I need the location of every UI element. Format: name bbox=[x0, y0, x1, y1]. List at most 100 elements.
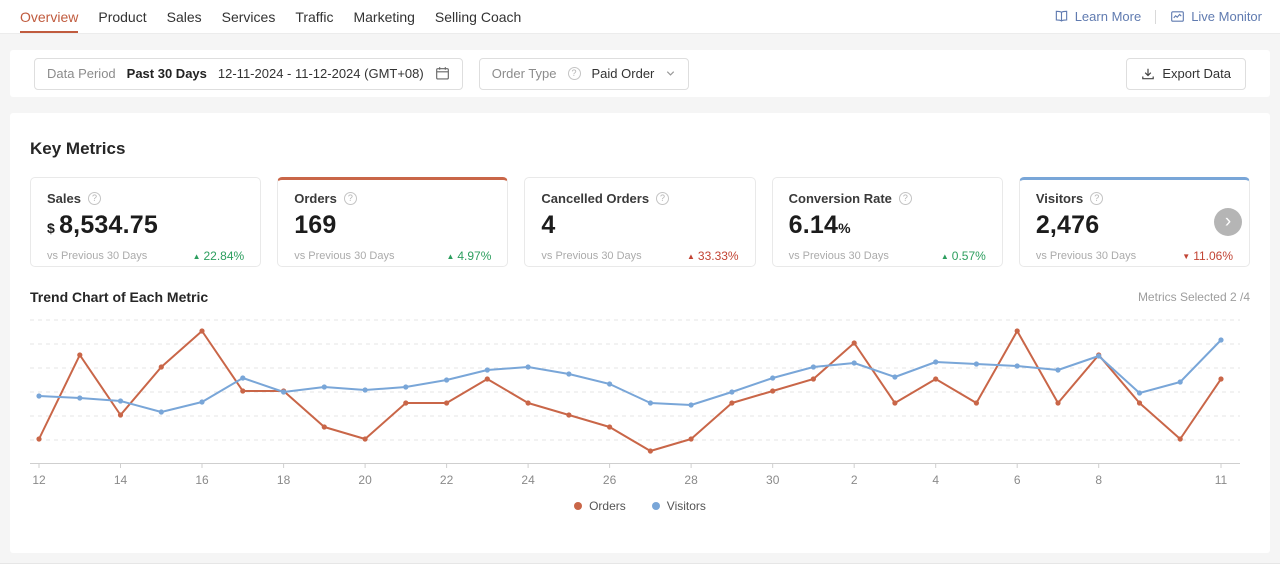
data-point-visitors[interactable] bbox=[321, 384, 327, 390]
metric-card-cancelled-orders[interactable]: Cancelled Orders? 4 vs Previous 30 Days ▲ 33… bbox=[524, 177, 756, 267]
trend-chart-title: Trend Chart of Each Metric bbox=[30, 289, 209, 305]
data-point-visitors[interactable] bbox=[729, 389, 735, 395]
series-line-orders bbox=[38, 330, 1222, 452]
trend-header: Trend Chart of Each Metric Metrics Selec… bbox=[30, 289, 1250, 305]
data-point-orders[interactable] bbox=[647, 448, 654, 454]
order-type-label: Order Type bbox=[491, 66, 557, 81]
data-point-orders[interactable] bbox=[1136, 400, 1143, 406]
data-point-orders[interactable] bbox=[403, 400, 409, 406]
data-point-visitors[interactable] bbox=[240, 375, 246, 381]
data-point-orders[interactable] bbox=[566, 412, 572, 418]
nav-tabs: Overview Product Sales Services Traffic Marke… bbox=[10, 0, 531, 33]
data-point-visitors[interactable] bbox=[281, 389, 287, 395]
data-point-orders[interactable] bbox=[770, 388, 776, 394]
data-point-visitors[interactable] bbox=[484, 367, 490, 373]
export-data-button[interactable]: Export Data bbox=[1126, 57, 1246, 90]
data-point-orders[interactable] bbox=[1177, 436, 1183, 442]
x-tick-label: 24 bbox=[521, 473, 535, 487]
help-icon[interactable]: ? bbox=[1090, 192, 1104, 205]
metric-value: 2,476 bbox=[1035, 211, 1100, 239]
data-point-orders[interactable] bbox=[117, 412, 124, 418]
data-point-visitors[interactable] bbox=[158, 409, 164, 415]
metric-card-sales[interactable]: Sales? $ 8,534.75 vs Previous 30 Days ▲ 22.8… bbox=[30, 177, 262, 267]
data-point-orders[interactable] bbox=[933, 376, 939, 382]
live-monitor-link[interactable]: Live Monitor bbox=[1170, 9, 1262, 24]
data-point-orders[interactable] bbox=[321, 424, 327, 430]
data-point-orders[interactable] bbox=[688, 436, 694, 442]
compare-label: vs Previous 30 Days bbox=[788, 250, 889, 262]
cards-scroll-next-button[interactable]: › bbox=[1214, 208, 1242, 236]
data-point-visitors[interactable] bbox=[566, 371, 572, 377]
data-point-orders[interactable] bbox=[810, 376, 817, 382]
data-point-visitors[interactable] bbox=[1177, 379, 1183, 385]
tab-overview[interactable]: Overview bbox=[10, 0, 88, 33]
data-point-visitors[interactable] bbox=[117, 398, 124, 404]
data-point-visitors[interactable] bbox=[933, 359, 939, 365]
data-point-orders[interactable] bbox=[607, 424, 613, 430]
data-point-visitors[interactable] bbox=[1218, 337, 1224, 343]
x-tick-label: 12 bbox=[32, 473, 46, 487]
data-period-control[interactable]: Data Period Past 30 Days 12-11-2024 - 11… bbox=[34, 57, 463, 90]
data-point-visitors[interactable] bbox=[973, 361, 980, 367]
tab-marketing[interactable]: Marketing bbox=[343, 0, 424, 33]
tab-product[interactable]: Product bbox=[88, 0, 156, 33]
help-icon[interactable]: ? bbox=[898, 192, 912, 205]
data-point-visitors[interactable] bbox=[199, 399, 205, 405]
data-point-visitors[interactable] bbox=[1014, 363, 1020, 369]
tab-services[interactable]: Services bbox=[212, 0, 286, 33]
data-point-visitors[interactable] bbox=[1136, 390, 1143, 396]
data-point-orders[interactable] bbox=[1218, 376, 1224, 382]
help-icon[interactable]: ? bbox=[656, 192, 670, 205]
data-point-visitors[interactable] bbox=[851, 360, 857, 366]
data-point-visitors[interactable] bbox=[77, 395, 83, 401]
data-point-orders[interactable] bbox=[199, 328, 205, 334]
metric-card-orders[interactable]: Orders? 169 vs Previous 30 Days ▲ 4.97% bbox=[277, 177, 509, 267]
help-icon[interactable]: ? bbox=[567, 67, 581, 80]
data-point-orders[interactable] bbox=[362, 436, 368, 442]
data-point-visitors[interactable] bbox=[36, 393, 42, 399]
data-point-orders[interactable] bbox=[158, 364, 164, 370]
x-tick-label: 28 bbox=[684, 473, 698, 487]
data-point-visitors[interactable] bbox=[607, 381, 613, 387]
data-point-orders[interactable] bbox=[729, 400, 735, 406]
top-navbar: Overview Product Sales Services Traffic Marke… bbox=[0, 0, 1280, 34]
help-icon[interactable]: ? bbox=[343, 192, 357, 205]
data-point-visitors[interactable] bbox=[647, 400, 654, 406]
live-monitor-icon bbox=[1171, 11, 1185, 22]
tab-sales[interactable]: Sales bbox=[157, 0, 212, 33]
data-point-visitors[interactable] bbox=[525, 364, 531, 370]
help-icon[interactable]: ? bbox=[87, 192, 101, 205]
legend-item-orders[interactable]: Orders bbox=[574, 499, 626, 513]
compare-label: vs Previous 30 Days bbox=[1035, 250, 1137, 262]
data-point-visitors[interactable] bbox=[362, 387, 368, 393]
data-point-orders[interactable] bbox=[525, 400, 531, 406]
data-point-orders[interactable] bbox=[240, 388, 246, 394]
data-point-visitors[interactable] bbox=[444, 377, 450, 383]
data-point-visitors[interactable] bbox=[1055, 367, 1061, 373]
tab-traffic[interactable]: Traffic bbox=[285, 0, 343, 33]
data-point-orders[interactable] bbox=[973, 400, 980, 406]
trend-chart-svg: 12 14 16 18 20 22 24 26 28 30 2 4 6 8 11 bbox=[30, 319, 1240, 487]
metric-card-conversion-rate[interactable]: Conversion Rate? 6.14% vs Previous 30 Days… bbox=[771, 177, 1003, 267]
data-point-orders[interactable] bbox=[851, 340, 857, 346]
data-point-visitors[interactable] bbox=[403, 384, 409, 390]
data-point-visitors[interactable] bbox=[810, 364, 817, 370]
data-point-visitors[interactable] bbox=[688, 402, 694, 408]
filter-bar: Data Period Past 30 Days 12-11-2024 - 11… bbox=[10, 50, 1270, 97]
data-point-visitors[interactable] bbox=[770, 375, 776, 381]
triangle-up-icon: ▲ bbox=[940, 251, 949, 261]
tab-selling-coach[interactable]: Selling Coach bbox=[425, 0, 531, 33]
data-point-orders[interactable] bbox=[892, 400, 898, 406]
data-point-orders[interactable] bbox=[77, 352, 83, 358]
learn-more-link[interactable]: Learn More bbox=[1054, 9, 1141, 24]
data-point-visitors[interactable] bbox=[892, 374, 898, 380]
data-point-orders[interactable] bbox=[1014, 328, 1020, 334]
data-point-orders[interactable] bbox=[484, 376, 490, 382]
data-point-visitors[interactable] bbox=[1096, 353, 1102, 359]
data-point-orders[interactable] bbox=[36, 436, 42, 442]
data-point-orders[interactable] bbox=[444, 400, 450, 406]
x-tick-label: 30 bbox=[766, 473, 780, 487]
legend-item-visitors[interactable]: Visitors bbox=[651, 499, 706, 513]
order-type-control[interactable]: Order Type ? Paid Order bbox=[478, 57, 690, 90]
data-point-orders[interactable] bbox=[1055, 400, 1061, 406]
